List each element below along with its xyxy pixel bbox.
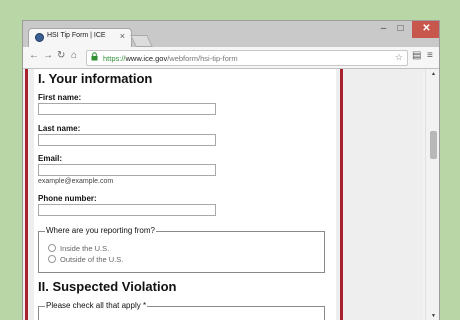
close-tab-icon[interactable]: × (120, 31, 125, 41)
tab-title: HSI Tip Form | ICE (47, 32, 106, 39)
reload-button[interactable]: ↻ (57, 50, 65, 61)
close-window-button[interactable]: ✕ (412, 21, 439, 38)
address-bar[interactable]: https://www.ice.gov/webform/hsi-tip-form… (86, 50, 408, 66)
section2-heading: II. Suspected Violation (38, 279, 177, 294)
back-button[interactable]: ← (29, 50, 39, 61)
new-tab-button[interactable] (130, 35, 153, 47)
browser-window: HSI Tip Form | ICE × – □ ✕ ← → ↻ ⌂ https… (22, 20, 440, 320)
lock-icon (91, 52, 98, 63)
email-label: Email: (38, 154, 63, 163)
phone-field[interactable] (38, 204, 216, 216)
scrollbar-thumb[interactable] (430, 131, 437, 159)
email-field[interactable] (38, 164, 216, 176)
vertical-scrollbar[interactable]: ▲ ▼ (425, 69, 439, 320)
url-scheme: https:// (103, 54, 126, 63)
violation-legend: Please check all that apply * (45, 301, 148, 310)
radio-circle-icon (48, 244, 56, 252)
violation-fieldset: Please check all that apply * (38, 301, 325, 320)
last-name-field[interactable] (38, 134, 216, 146)
url-path: /webform/hsi-tip-form (167, 54, 238, 63)
reporting-location-fieldset: Where are you reporting from? Inside the… (38, 226, 325, 273)
radio-circle-icon (48, 255, 56, 263)
menu-icon[interactable]: ≡ (427, 50, 433, 61)
scroll-up-arrow-icon[interactable]: ▲ (426, 71, 439, 77)
extension-icon[interactable]: ▤ (412, 50, 421, 61)
reporting-legend: Where are you reporting from? (45, 226, 156, 235)
scroll-down-arrow-icon[interactable]: ▼ (426, 313, 439, 319)
browser-tab[interactable]: HSI Tip Form | ICE × (28, 28, 132, 47)
radio-inside-us[interactable]: Inside the U.S. (48, 244, 109, 253)
page-viewport: I. Your information First name: Last nam… (23, 69, 423, 320)
browser-toolbar: ← → ↻ ⌂ https://www.ice.gov/webform/hsi-… (23, 47, 439, 69)
maximize-button[interactable]: □ (392, 21, 409, 38)
url-host: www.ice.gov (125, 54, 168, 63)
radio-inside-us-label: Inside the U.S. (60, 244, 110, 253)
ice-favicon-icon (35, 33, 44, 42)
url-text: https://www.ice.gov/webform/hsi-tip-form (103, 54, 238, 63)
radio-outside-us[interactable]: Outside of the U.S. (48, 255, 123, 264)
first-name-field[interactable] (38, 103, 216, 115)
email-hint: example@example.com (38, 178, 114, 185)
form-page: I. Your information First name: Last nam… (34, 69, 336, 320)
title-bar: HSI Tip Form | ICE × – □ ✕ (23, 21, 439, 47)
first-name-label: First name: (38, 93, 82, 102)
star-icon[interactable]: ☆ (395, 52, 403, 63)
forward-button[interactable]: → (43, 50, 53, 61)
section1-heading: I. Your information (38, 71, 153, 86)
home-button[interactable]: ⌂ (71, 50, 77, 61)
minimize-button[interactable]: – (375, 21, 392, 38)
phone-label: Phone number: (38, 194, 97, 203)
radio-outside-us-label: Outside of the U.S. (60, 255, 124, 264)
last-name-label: Last name: (38, 124, 81, 133)
